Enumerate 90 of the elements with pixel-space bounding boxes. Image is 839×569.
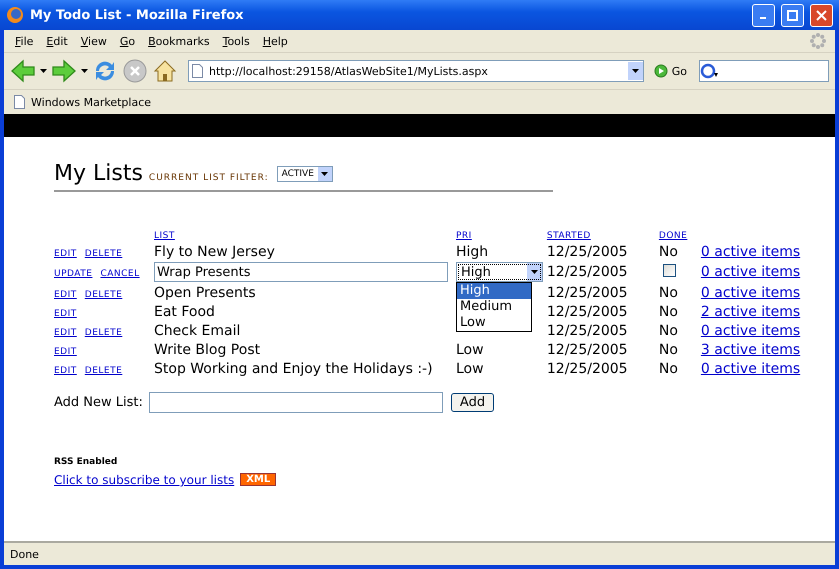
priority: Low <box>456 360 484 376</box>
menu-item[interactable]: File <box>10 34 42 48</box>
priority: High <box>456 244 488 260</box>
column-header-link[interactable]: STARTED <box>546 231 591 241</box>
minimize-button[interactable] <box>752 4 775 26</box>
items-link[interactable]: 0 active items <box>700 284 800 300</box>
caret-icon[interactable] <box>81 69 88 73</box>
items-link[interactable]: 0 active items <box>700 360 800 376</box>
filter-label: CURRENT LIST FILTER: <box>148 173 269 183</box>
column-header-link[interactable]: PRI <box>456 231 472 241</box>
done-status: No <box>658 342 678 358</box>
page-icon <box>192 64 203 78</box>
menu-item[interactable]: Edit <box>41 34 76 48</box>
start-date: 12/25/2005 <box>546 304 628 320</box>
caret-icon[interactable] <box>530 270 538 274</box>
list-name: Stop Working and Enjoy the Holidays :-) <box>154 360 433 376</box>
menu-item[interactable]: Tools <box>218 34 258 48</box>
action-link[interactable]: EDIT <box>54 366 77 376</box>
done-status: No <box>658 244 678 260</box>
items-link[interactable]: 2 active items <box>700 304 800 320</box>
status-text: Done <box>10 548 39 560</box>
start-date: 12/25/2005 <box>546 360 628 376</box>
priority-select[interactable]: High <box>456 262 543 282</box>
menu-item[interactable]: Go <box>114 34 144 48</box>
list-name: Write Blog Post <box>154 342 260 358</box>
menu-item[interactable]: Help <box>258 34 296 48</box>
done-status: No <box>658 304 678 320</box>
add-button[interactable]: Add <box>450 393 494 412</box>
done-status: No <box>658 284 678 300</box>
action-link[interactable]: EDIT <box>54 248 77 258</box>
window-title: My Todo List - Mozilla Firefox <box>30 8 245 22</box>
done-status: No <box>658 360 678 376</box>
menu-item[interactable]: Bookmarks <box>143 34 218 48</box>
items-link[interactable]: 0 active items <box>700 244 800 260</box>
back-icon[interactable] <box>10 59 36 83</box>
stop-icon[interactable] <box>122 58 148 84</box>
start-date: 12/25/2005 <box>546 284 628 300</box>
start-date: 12/25/2005 <box>546 244 628 260</box>
caret-icon[interactable] <box>632 69 639 73</box>
action-link[interactable]: DELETE <box>84 248 122 258</box>
start-date: 12/25/2005 <box>546 264 628 280</box>
close-button[interactable] <box>810 4 833 26</box>
search-field[interactable] <box>699 60 829 82</box>
done-checkbox[interactable] <box>662 264 676 276</box>
throbber-icon <box>809 32 827 50</box>
menu-item[interactable]: View <box>76 34 115 48</box>
items-link[interactable]: 0 active items <box>700 264 800 280</box>
go-icon[interactable] <box>654 64 668 78</box>
list-name: Open Presents <box>154 284 256 300</box>
items-link[interactable]: 0 active items <box>700 322 800 338</box>
list-name: Check Email <box>154 322 240 338</box>
action-link[interactable]: CANCEL <box>100 269 140 279</box>
action-link[interactable]: EDIT <box>54 290 77 300</box>
subscribe-link[interactable]: Click to subscribe to your lists <box>54 473 234 487</box>
globe-icon <box>6 6 24 24</box>
go-button[interactable]: Go <box>648 64 695 78</box>
page-heading: My Lists <box>54 161 143 186</box>
priority: Low <box>456 342 484 358</box>
list-name: Eat Food <box>154 304 215 320</box>
dropdown-option[interactable]: High <box>457 283 531 299</box>
action-link[interactable]: DELETE <box>84 328 122 338</box>
action-link[interactable]: DELETE <box>84 290 122 300</box>
name-input[interactable]: Wrap Presents <box>154 262 448 282</box>
filter-select[interactable]: ACTIVE <box>276 166 333 182</box>
page-icon <box>14 95 25 109</box>
list-name: Fly to New Jersey <box>154 244 275 260</box>
items-link[interactable]: 3 active items <box>700 342 800 358</box>
add-list-label: Add New List: <box>54 395 143 410</box>
home-icon[interactable] <box>152 58 178 84</box>
column-header-link[interactable]: DONE <box>658 231 688 241</box>
action-link[interactable]: EDIT <box>54 346 77 356</box>
action-link[interactable]: UPDATE <box>54 269 92 279</box>
forward-icon[interactable] <box>51 59 77 83</box>
caret-icon[interactable] <box>321 172 328 176</box>
caret-icon[interactable] <box>40 69 47 73</box>
rss-title: RSS Enabled <box>54 457 118 467</box>
start-date: 12/25/2005 <box>546 322 628 338</box>
address-field[interactable]: http://localhost:29158/AtlasWebSite1/MyLists.aspx <box>188 60 644 82</box>
close-icon[interactable] <box>816 10 827 20</box>
add-list-input[interactable] <box>148 392 443 413</box>
action-link[interactable]: DELETE <box>84 366 122 376</box>
maximize-icon[interactable] <box>787 10 798 20</box>
action-link[interactable]: EDIT <box>54 328 77 338</box>
bookmark-link[interactable]: Windows Marketplace <box>31 96 152 108</box>
action-link[interactable]: EDIT <box>54 308 77 318</box>
maximize-button[interactable] <box>781 4 804 26</box>
start-date: 12/25/2005 <box>546 342 628 358</box>
done-status: No <box>658 322 678 338</box>
column-header-link[interactable]: LIST <box>154 231 175 241</box>
search-engine-icon[interactable] <box>700 63 720 79</box>
